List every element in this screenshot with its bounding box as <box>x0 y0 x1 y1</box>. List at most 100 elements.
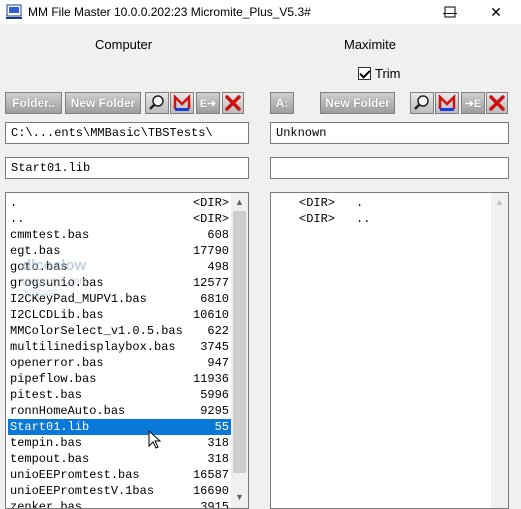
file-name: unioEEPromtest.bas <box>10 468 140 482</box>
maximite-label: Maximite <box>344 37 397 52</box>
left-list-item[interactable]: ronnHomeAuto.bas 9295 <box>8 403 231 419</box>
right-delete-button[interactable] <box>486 92 508 114</box>
left-list-item[interactable]: multilinedisplaybox.bas 3745 <box>8 339 231 355</box>
left-list-item[interactable]: tempout.bas 318 <box>8 451 231 467</box>
checkbox-icon <box>358 67 371 80</box>
scroll-up-icon[interactable]: ▲ <box>231 193 248 210</box>
left-list-item[interactable]: openerror.bas 947 <box>8 355 231 371</box>
delete-icon <box>489 95 505 111</box>
file-size: <DIR> <box>192 196 229 210</box>
delete-icon <box>225 95 241 111</box>
file-size: 622 <box>207 324 229 338</box>
trim-checkbox[interactable]: Trim <box>358 66 401 81</box>
file-size: 318 <box>207 452 229 466</box>
file-name: egt.bas <box>10 244 61 258</box>
file-name: tempin.bas <box>10 436 83 450</box>
file-size: 12577 <box>192 276 229 290</box>
window-title: MM File Master 10.0.0.202:23 Micromite_P… <box>28 5 311 19</box>
close-button[interactable]: ✕ <box>473 0 519 24</box>
file-size: 16587 <box>192 468 229 482</box>
right-list-item[interactable]: <DIR>. <box>273 195 473 211</box>
maximite-file-list[interactable]: ▲ <DIR>. <DIR>.. <box>270 192 509 509</box>
left-list-item[interactable]: MMColorSelect_v1.0.5.bas 622 <box>8 323 231 339</box>
file-size: 3915 <box>200 500 229 509</box>
maximite-filename-field[interactable] <box>270 157 509 179</box>
left-list-item[interactable]: egt.bas 17790 <box>8 243 231 259</box>
right-edit-button[interactable] <box>435 92 459 114</box>
maximite-path-field[interactable]: Unknown <box>270 122 509 144</box>
file-size: 498 <box>207 260 229 274</box>
left-list-item[interactable]: pipeflow.bas 11936 <box>8 371 231 387</box>
file-size: 11936 <box>192 372 229 386</box>
scroll-thumb[interactable] <box>233 211 246 473</box>
file-name: openerror.bas <box>10 356 104 370</box>
file-size: <DIR> <box>299 212 336 226</box>
file-name: grogsunio.bas <box>10 276 104 290</box>
maximize-button[interactable] <box>427 0 473 24</box>
file-name: cmmtest.bas <box>10 228 90 242</box>
right-scrollbar[interactable]: ▲ <box>491 193 508 508</box>
file-size: 17790 <box>192 244 229 258</box>
left-list-item[interactable]: I2CKeyPad_MUPV1.bas 6810 <box>8 291 231 307</box>
file-name: tempout.bas <box>10 452 90 466</box>
file-name: multilinedisplaybox.bas <box>10 340 176 354</box>
left-list-item[interactable]: unioEEPromtest.bas 16587 <box>8 467 231 483</box>
mouse-cursor-icon <box>148 430 162 449</box>
receive-icon: ➔E <box>464 97 482 110</box>
file-size: 55 <box>214 420 229 434</box>
transfer-to-maximite-button[interactable]: E➔ <box>196 92 220 114</box>
file-size: <DIR> <box>299 196 336 210</box>
delete-button[interactable] <box>222 92 244 114</box>
edit-icon <box>173 94 191 111</box>
file-size: 608 <box>207 228 229 242</box>
file-name: pitest.bas <box>10 388 83 402</box>
left-list-item[interactable]: Start01.lib 55 <box>8 419 231 435</box>
search-button[interactable] <box>145 92 169 114</box>
file-name: Start01.lib <box>10 420 90 434</box>
file-name: goto.bas <box>10 260 68 274</box>
right-list-item[interactable]: <DIR>.. <box>273 211 473 227</box>
file-size: 10610 <box>192 308 229 322</box>
left-list-item[interactable]: . <DIR> <box>8 195 231 211</box>
edit-icon <box>438 94 456 111</box>
close-icon: ✕ <box>490 3 502 20</box>
scroll-down-icon[interactable]: ▼ <box>231 488 248 505</box>
file-name: I2CLCDLib.bas <box>10 308 104 322</box>
edit-button[interactable] <box>170 92 194 114</box>
file-size: 16690 <box>192 484 229 498</box>
left-list-item[interactable]: pitest.bas 5996 <box>8 387 231 403</box>
file-name: .. <box>10 212 25 226</box>
left-scrollbar[interactable]: ▲ ▼ <box>231 193 248 508</box>
file-name: MMColorSelect_v1.0.5.bas <box>10 324 183 338</box>
computer-filename-field[interactable]: Start01.lib <box>5 157 249 179</box>
left-list-item[interactable]: grogsunio.bas 12577 <box>8 275 231 291</box>
right-search-button[interactable] <box>410 92 434 114</box>
folder-button[interactable]: Folder.. <box>5 92 62 114</box>
file-size: 9295 <box>200 404 229 418</box>
computer-path-field[interactable]: C:\...ents\MMBasic\TBSTests\ <box>5 122 249 144</box>
left-list-item[interactable]: unioEEPromtestV.1bas 16690 <box>8 483 231 499</box>
transfer-to-computer-button[interactable]: ➔E <box>461 92 485 114</box>
app-icon <box>6 4 22 19</box>
scroll-up-icon[interactable]: ▲ <box>491 193 508 210</box>
left-list-item[interactable]: goto.bas 498 <box>8 259 231 275</box>
maximize-icon <box>444 6 456 18</box>
left-list-item[interactable]: tempin.bas 318 <box>8 435 231 451</box>
file-size: 3745 <box>200 340 229 354</box>
file-name: . <box>10 196 18 210</box>
file-size: 6810 <box>200 292 229 306</box>
file-size: 318 <box>207 436 229 450</box>
right-new-folder-button[interactable]: New Folder <box>320 92 395 114</box>
left-list-item[interactable]: cmmtest.bas 608 <box>8 227 231 243</box>
file-size: <DIR> <box>192 212 229 226</box>
file-name: .. <box>356 212 371 226</box>
left-list-item[interactable]: .. <DIR> <box>8 211 231 227</box>
new-folder-button[interactable]: New Folder <box>65 92 141 114</box>
drive-button[interactable]: A: <box>270 92 294 114</box>
left-list-item[interactable]: I2CLCDLib.bas 10610 <box>8 307 231 323</box>
file-name: ronnHomeAuto.bas <box>10 404 126 418</box>
app-window: MM File Master 10.0.0.202:23 Micromite_P… <box>0 0 521 509</box>
file-name: . <box>356 196 364 210</box>
left-list-item[interactable]: zenker.bas 3915 <box>8 499 231 509</box>
computer-file-list[interactable]: ▲ ▼ . <DIR>.. <DIR> cmmtest.bas 608 egt.bas 17… <box>5 192 249 509</box>
